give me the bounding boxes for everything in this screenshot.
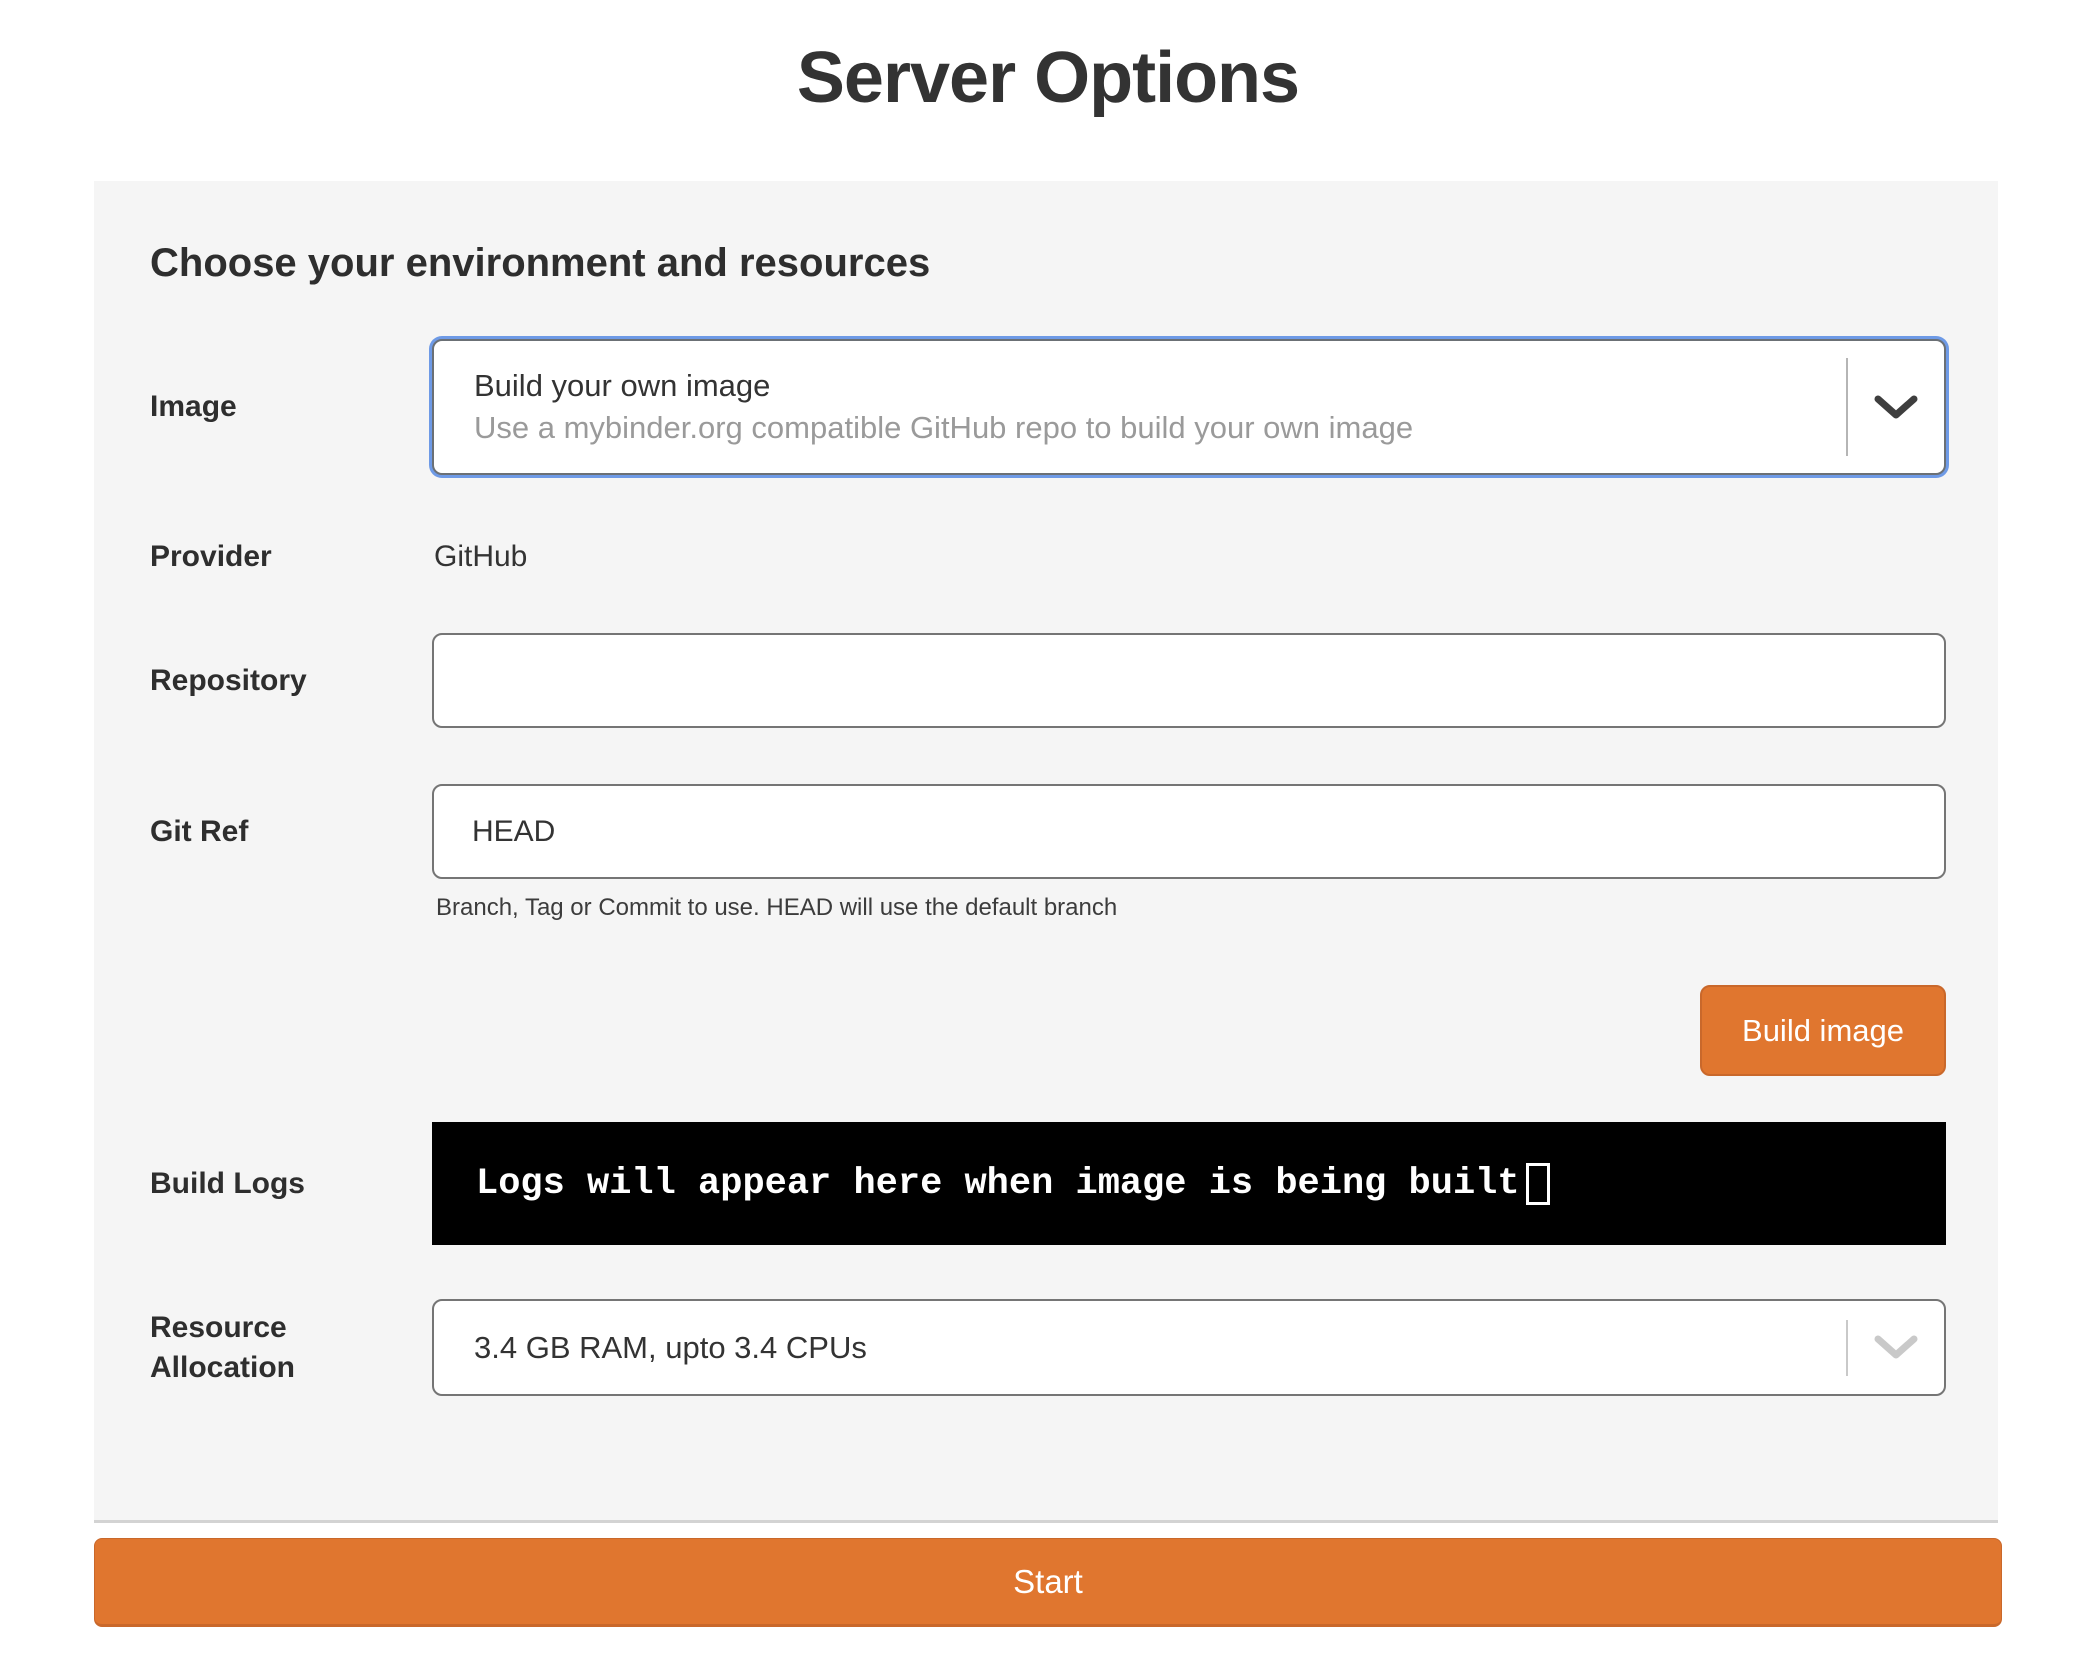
build-logs-message: Logs will appear here when image is bein… bbox=[476, 1163, 1520, 1205]
repository-input[interactable] bbox=[432, 633, 1946, 728]
image-select[interactable]: Build your own image Use a mybinder.org … bbox=[432, 339, 1946, 475]
repository-row: Repository bbox=[150, 633, 1946, 728]
git-ref-label: Git Ref bbox=[150, 784, 432, 852]
resource-allocation-select-text: 3.4 GB RAM, upto 3.4 CPUs bbox=[434, 1301, 1846, 1394]
image-select-description: Use a mybinder.org compatible GitHub rep… bbox=[474, 407, 1846, 449]
image-label: Image bbox=[150, 387, 432, 427]
provider-row: Provider GitHub bbox=[150, 537, 1946, 577]
chevron-down-icon[interactable] bbox=[1848, 1301, 1944, 1394]
form-heading: Choose your environment and resources bbox=[150, 239, 1946, 287]
server-options-page: Server Options Choose your environment a… bbox=[0, 0, 2096, 1678]
build-logs-label: Build Logs bbox=[150, 1164, 432, 1204]
terminal-cursor bbox=[1526, 1163, 1550, 1205]
server-options-form: Choose your environment and resources Im… bbox=[94, 181, 1998, 1523]
resource-allocation-value: 3.4 GB RAM, upto 3.4 CPUs bbox=[474, 1327, 1846, 1369]
resource-allocation-row: Resource Allocation 3.4 GB RAM, upto 3.4… bbox=[150, 1299, 1946, 1396]
start-button[interactable]: Start bbox=[94, 1538, 2002, 1627]
repository-label: Repository bbox=[150, 661, 432, 701]
chevron-down-icon[interactable] bbox=[1848, 341, 1944, 473]
git-ref-row: Git Ref Branch, Tag or Commit to use. HE… bbox=[150, 784, 1946, 923]
build-logs-terminal: Logs will appear here when image is bein… bbox=[432, 1122, 1946, 1245]
build-image-row: Build image bbox=[150, 985, 1946, 1076]
build-image-button[interactable]: Build image bbox=[1700, 985, 1946, 1076]
build-logs-row: Build Logs Logs will appear here when im… bbox=[150, 1122, 1946, 1245]
resource-allocation-select[interactable]: 3.4 GB RAM, upto 3.4 CPUs bbox=[432, 1299, 1946, 1396]
image-select-value: Build your own image bbox=[474, 365, 1846, 407]
git-ref-hint: Branch, Tag or Commit to use. HEAD will … bbox=[432, 893, 1946, 923]
image-select-text: Build your own image Use a mybinder.org … bbox=[434, 341, 1846, 473]
provider-label: Provider bbox=[150, 537, 432, 577]
resource-allocation-label: Resource Allocation bbox=[150, 1308, 432, 1388]
image-row: Image Build your own image Use a mybinde… bbox=[150, 339, 1946, 475]
page-title: Server Options bbox=[0, 30, 2096, 126]
git-ref-input[interactable] bbox=[432, 784, 1946, 879]
provider-value: GitHub bbox=[432, 540, 527, 573]
